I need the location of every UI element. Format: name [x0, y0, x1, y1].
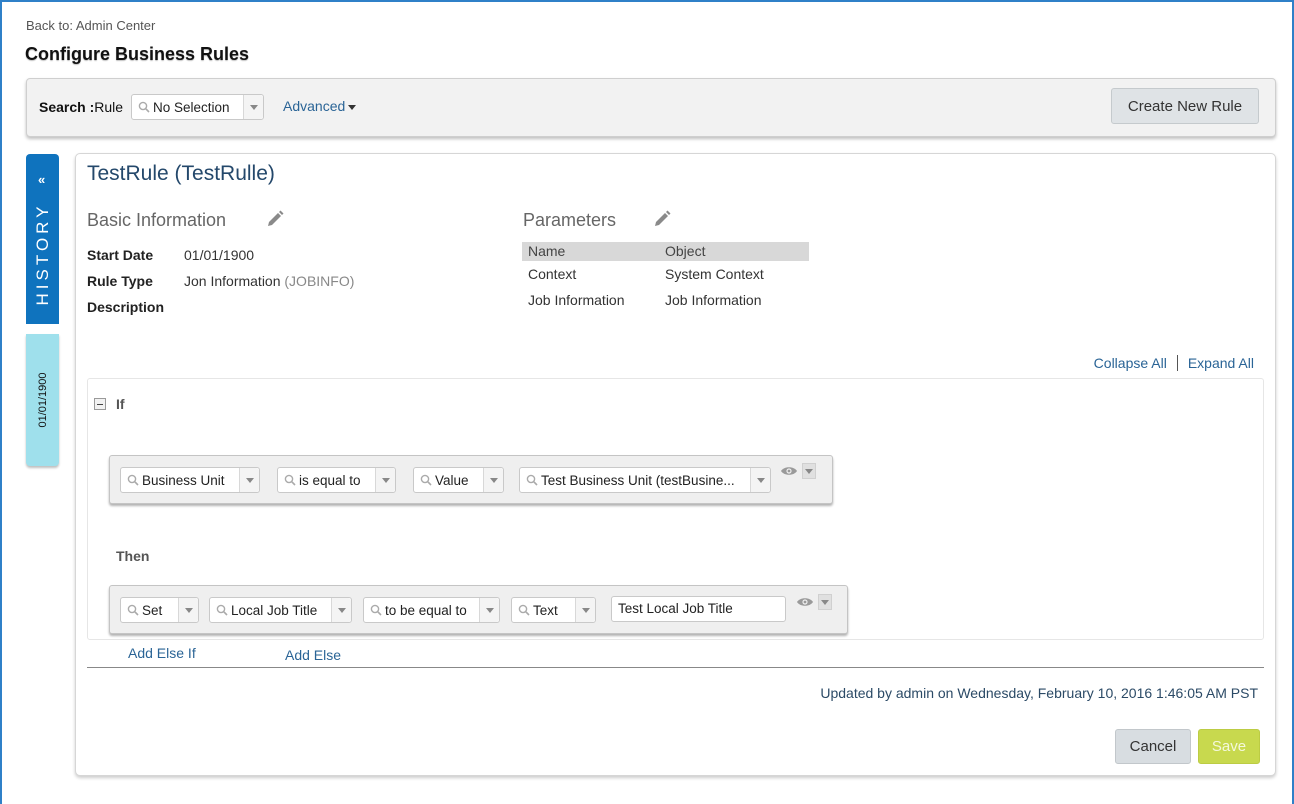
rule-title: TestRule (TestRulle): [87, 162, 275, 185]
collapse-if-toggle[interactable]: [94, 398, 106, 410]
if-value-combo[interactable]: Test Business Unit (testBusine...: [519, 467, 771, 493]
param-name: Context: [528, 266, 577, 282]
parameters-table-header: Name Object: [522, 242, 809, 261]
rule-type-name: Jon Information: [184, 273, 281, 289]
if-value-type-combo[interactable]: Value: [413, 467, 504, 493]
if-operator-value: is equal to: [299, 472, 361, 488]
table-row: Job Information Job Information: [522, 287, 809, 313]
chevron-down-icon[interactable]: [375, 468, 395, 492]
rule-type-value: Jon Information (JOBINFO): [184, 273, 354, 289]
description-label: Description: [87, 299, 165, 315]
param-object: System Context: [665, 266, 764, 282]
column-header-object: Object: [665, 243, 706, 259]
create-new-rule-button[interactable]: Create New Rule: [1111, 88, 1259, 124]
table-row: Context System Context: [522, 261, 809, 287]
search-icon: [417, 474, 435, 486]
then-value-type-combo[interactable]: Text: [511, 597, 596, 623]
then-value-type-value: Text: [533, 602, 558, 618]
if-visibility-control[interactable]: [780, 463, 816, 479]
back-to-admin-center-link[interactable]: Admin Center: [76, 18, 155, 33]
param-name: Job Information: [528, 292, 625, 308]
then-action-row: Set Local Job Title to be equal to Text …: [109, 585, 848, 634]
chevron-down-icon[interactable]: [818, 594, 832, 610]
parameters-table: Name Object Context System Context Job I…: [522, 242, 809, 313]
chevron-down-icon[interactable]: [802, 463, 816, 479]
chevron-down-icon[interactable]: [750, 468, 770, 492]
search-icon: [515, 604, 533, 616]
search-bar: Search :Rule No Selection Advanced Creat…: [26, 78, 1276, 137]
then-field-value: Local Job Title: [231, 602, 318, 618]
rule-type-code: (JOBINFO): [284, 273, 355, 289]
search-icon: [213, 604, 231, 616]
search-label-bold: Search :: [39, 99, 95, 115]
history-date-label: 01/01/1900: [36, 372, 49, 428]
edit-basic-info-pencil-icon[interactable]: [266, 210, 284, 228]
search-label-field: Rule: [94, 99, 124, 115]
collapse-all-link[interactable]: Collapse All: [1094, 355, 1167, 371]
rule-search-combo[interactable]: No Selection: [131, 94, 264, 120]
if-operator-combo[interactable]: is equal to: [277, 467, 396, 493]
start-date-value: 01/01/1900: [184, 247, 255, 263]
search-icon: [523, 474, 541, 486]
collapse-expand-links: Collapse All Expand All: [1094, 355, 1254, 371]
search-icon: [281, 474, 299, 486]
link-separator: [1176, 355, 1178, 371]
updated-info: Updated by admin on Wednesday, February …: [820, 685, 1258, 701]
page-title: Configure Business Rules: [25, 44, 250, 64]
chevron-down-icon[interactable]: [243, 95, 263, 119]
add-else-if-link[interactable]: Add Else If: [128, 645, 196, 661]
history-tab-label: HISTORY: [32, 202, 52, 306]
rule-expression-box: If Business Unit is equal to Value Test …: [87, 378, 1264, 640]
if-value-type-value: Value: [435, 472, 469, 488]
then-operator-combo[interactable]: to be equal to: [363, 597, 500, 623]
chevron-down-icon[interactable]: [479, 598, 499, 622]
then-visibility-control[interactable]: [796, 594, 832, 610]
column-header-name: Name: [528, 243, 566, 259]
if-field-combo[interactable]: Business Unit: [120, 467, 260, 493]
breadcrumb: Back to: Admin Center: [26, 18, 155, 33]
then-value-input[interactable]: Test Local Job Title: [611, 596, 786, 622]
expand-all-link[interactable]: Expand All: [1188, 355, 1254, 371]
chevron-down-icon[interactable]: [239, 468, 259, 492]
then-field-combo[interactable]: Local Job Title: [209, 597, 352, 623]
if-field-value: Business Unit: [142, 472, 225, 488]
history-tab[interactable]: « HISTORY: [26, 154, 59, 324]
then-operator-value: to be equal to: [385, 602, 467, 618]
save-button[interactable]: Save: [1198, 729, 1260, 764]
rule-type-label: Rule Type: [87, 273, 153, 289]
chevron-down-icon[interactable]: [575, 598, 595, 622]
search-icon: [367, 604, 385, 616]
cancel-button[interactable]: Cancel: [1115, 729, 1191, 764]
if-label: If: [116, 396, 125, 412]
search-label: Search :Rule: [39, 99, 123, 115]
param-object: Job Information: [665, 292, 762, 308]
basic-information-title: Basic Information: [87, 210, 227, 230]
then-action-combo[interactable]: Set: [120, 597, 199, 623]
history-date-tab[interactable]: 01/01/1900: [26, 334, 59, 466]
rule-detail-card: TestRule (TestRulle) Basic Information S…: [75, 153, 1276, 776]
search-icon: [135, 101, 153, 113]
add-else-link[interactable]: Add Else: [285, 647, 341, 663]
chevron-down-icon[interactable]: [483, 468, 503, 492]
if-value-value: Test Business Unit (testBusine...: [541, 472, 735, 488]
parameters-title: Parameters: [523, 210, 617, 230]
start-date-label: Start Date: [87, 247, 154, 263]
divider: [87, 667, 1264, 668]
rule-search-value: No Selection: [153, 99, 230, 115]
back-prefix: Back to:: [26, 18, 73, 33]
double-chevron-icon: «: [38, 172, 46, 187]
search-icon: [124, 604, 142, 616]
chevron-down-icon[interactable]: [178, 598, 198, 622]
advanced-label: Advanced: [283, 98, 346, 114]
search-icon: [124, 474, 142, 486]
eye-icon[interactable]: [796, 596, 814, 608]
then-label: Then: [116, 548, 150, 564]
if-condition-row: Business Unit is equal to Value Test Bus…: [109, 455, 833, 504]
caret-down-icon: [348, 104, 357, 110]
chevron-down-icon[interactable]: [331, 598, 351, 622]
then-action-value: Set: [142, 602, 163, 618]
advanced-search-link[interactable]: Advanced: [283, 98, 357, 114]
eye-icon[interactable]: [780, 465, 798, 477]
edit-parameters-pencil-icon[interactable]: [653, 210, 671, 228]
